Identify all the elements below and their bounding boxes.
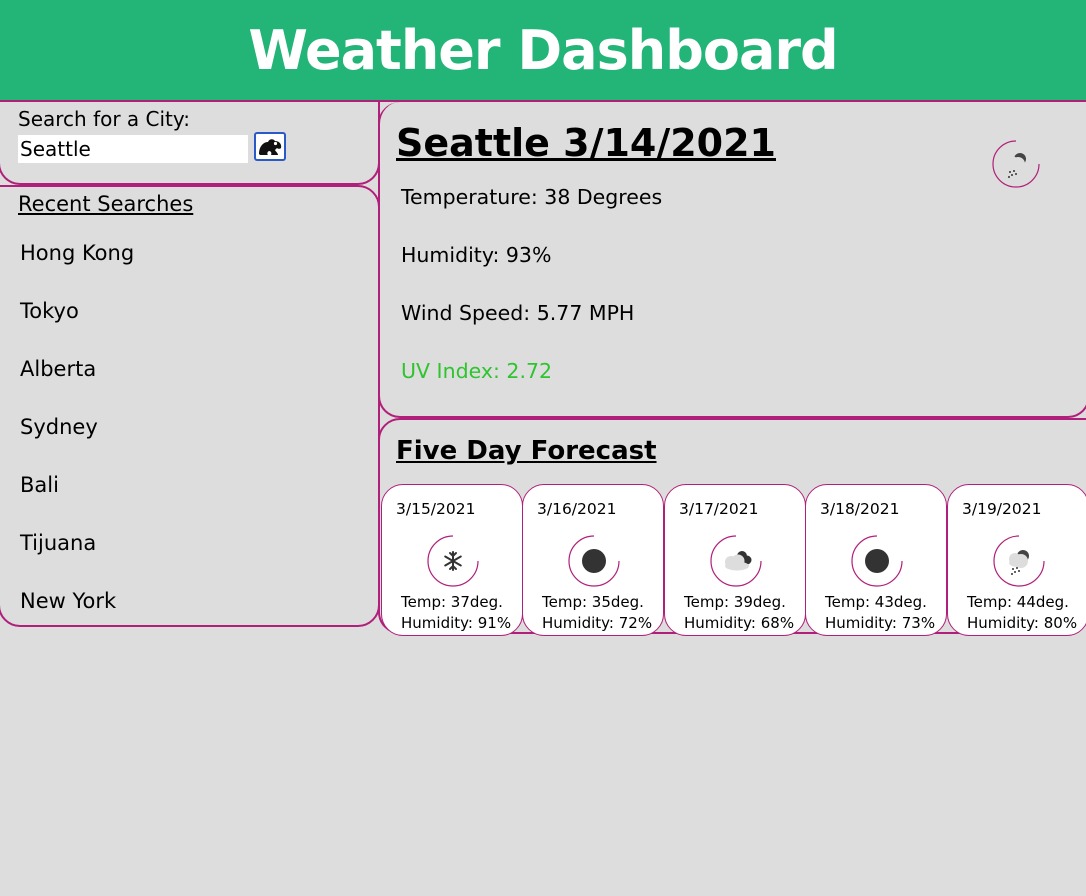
forecast-temp: Temp: 44deg. — [967, 593, 1069, 611]
app-header: Weather Dashboard — [0, 0, 1086, 102]
forecast-title: Five Day Forecast — [396, 436, 657, 466]
forecast-card: 3/19/2021 Temp: 44deg. Humidity: 80% — [947, 484, 1086, 636]
forecast-date: 3/16/2021 — [537, 500, 617, 518]
forecast-card: 3/15/2021 Temp: 37deg. Humidity: 91% — [381, 484, 523, 636]
forecast-date: 3/15/2021 — [396, 500, 476, 518]
cloudy-icon — [710, 535, 762, 587]
clear-night-icon — [851, 535, 903, 587]
forecast-temp: Temp: 43deg. — [825, 593, 927, 611]
forecast-humidity: Humidity: 72% — [542, 614, 653, 632]
forecast-panel: Five Day Forecast 3/15/2021 Temp: 37deg.… — [378, 418, 1086, 636]
forecast-humidity: Humidity: 73% — [825, 614, 936, 632]
forecast-card: 3/17/2021 Temp: 39deg. Humidity: 68% — [664, 484, 806, 636]
humidity-text: Humidity: 93% — [401, 243, 552, 267]
forecast-card: 3/16/2021 Temp: 35deg. Humidity: 72% — [522, 484, 664, 636]
rain-cloud-icon — [992, 140, 1040, 188]
search-panel: Search for a City: — [0, 102, 380, 185]
forecast-date: 3/17/2021 — [679, 500, 759, 518]
forecast-humidity: Humidity: 80% — [967, 614, 1078, 632]
recent-searches-list: Hong Kong Tokyo Alberta Sydney Bali Tiju… — [20, 239, 134, 645]
forecast-humidity: Humidity: 68% — [684, 614, 795, 632]
uv-index-text: UV Index: 2.72 — [401, 359, 553, 383]
recent-search-item[interactable]: Alberta — [20, 355, 134, 413]
rain-cloud-icon — [993, 535, 1045, 587]
recent-search-item[interactable]: New York — [20, 587, 134, 645]
page-title: Weather Dashboard — [248, 18, 838, 82]
recent-search-item[interactable]: Sydney — [20, 413, 134, 471]
forecast-temp: Temp: 39deg. — [684, 593, 786, 611]
search-input[interactable] — [18, 135, 248, 163]
snow-icon — [427, 535, 479, 587]
frog-icon — [259, 138, 282, 155]
city-date-title: Seattle 3/14/2021 — [396, 121, 776, 165]
search-label: Search for a City: — [18, 107, 191, 131]
forecast-date: 3/18/2021 — [820, 500, 900, 518]
wind-speed-text: Wind Speed: 5.77 MPH — [401, 301, 635, 325]
forecast-date: 3/19/2021 — [962, 500, 1042, 518]
clear-night-icon — [568, 535, 620, 587]
temperature-text: Temperature: 38 Degrees — [401, 185, 663, 209]
recent-search-item[interactable]: Bali — [20, 471, 134, 529]
search-button[interactable] — [254, 132, 286, 161]
recent-searches-panel: Recent Searches Hong Kong Tokyo Alberta … — [0, 185, 380, 627]
forecast-humidity: Humidity: 91% — [401, 614, 512, 632]
forecast-temp: Temp: 35deg. — [542, 593, 644, 611]
forecast-card: 3/18/2021 Temp: 43deg. Humidity: 73% — [805, 484, 947, 636]
recent-search-item[interactable]: Hong Kong — [20, 239, 134, 297]
recent-search-item[interactable]: Tokyo — [20, 297, 134, 355]
recent-search-item[interactable]: Tijuana — [20, 529, 134, 587]
current-weather-panel: Seattle 3/14/2021 Temperature: 38 Degree… — [378, 102, 1086, 418]
forecast-temp: Temp: 37deg. — [401, 593, 503, 611]
recent-searches-title: Recent Searches — [18, 192, 194, 216]
